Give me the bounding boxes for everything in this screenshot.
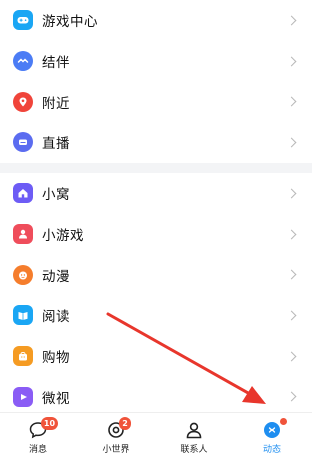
person-icon [186,422,202,439]
dynamics-icon [264,422,280,438]
menu-item-reading[interactable]: 阅读 [0,295,312,336]
gamepad-icon [13,10,33,31]
chevron-right-icon [286,310,297,321]
tab-label: 动态 [262,445,281,455]
menu-item-nest[interactable]: 小窝 [0,173,312,214]
menu-item-companion[interactable]: 结伴 [0,41,312,82]
menu-item-label: 附近 [42,95,70,112]
location-pin-icon [13,91,33,112]
menu-item-label: 小游戏 [42,228,84,245]
companion-icon [13,51,33,72]
chevron-right-icon [286,269,297,280]
unread-badge: 2 [119,417,131,430]
chevron-right-icon [286,96,297,107]
menu-item-label: 直播 [42,136,70,153]
menu-item-label: 微视 [42,390,70,407]
menu-item-anime[interactable]: 动漫 [0,254,312,295]
chevron-right-icon [286,15,297,26]
tab-contacts[interactable]: 联系人 [164,413,224,458]
home-icon [13,183,33,204]
tab-mini-world[interactable]: 2 小世界 [86,413,146,458]
mini-game-icon [13,224,33,245]
menu-item-label: 购物 [42,350,70,367]
menu-item-mini-game[interactable]: 小游戏 [0,214,312,255]
tab-label: 小世界 [102,445,130,455]
menu-group-1: 游戏中心 结伴 附近 直播 [0,0,312,163]
section-divider [0,163,312,173]
tab-messages[interactable]: 10 消息 [8,413,68,458]
tab-label: 联系人 [180,445,208,455]
unread-badge: 10 [41,417,58,430]
menu-item-game-center[interactable]: 游戏中心 [0,0,312,41]
chevron-right-icon [286,229,297,239]
menu-item-label: 阅读 [42,309,70,326]
chevron-right-icon [286,391,297,402]
reading-icon [13,305,33,326]
menu-item-label: 游戏中心 [42,14,98,31]
menu-item-live[interactable]: 直播 [0,122,312,163]
chevron-right-icon [286,137,297,148]
menu-item-label: 结伴 [42,55,70,72]
weishi-icon [13,386,33,407]
menu-item-shopping[interactable]: 购物 [0,336,312,377]
bottom-tab-bar: 10 消息 2 小世界 联系人 动态 [0,412,312,458]
menu-item-nearby[interactable]: 附近 [0,81,312,122]
notification-dot [280,418,287,425]
chevron-right-icon [286,188,297,199]
tab-label: 消息 [28,445,47,455]
anime-icon [13,264,33,285]
chevron-right-icon [286,56,297,66]
chevron-right-icon [286,351,297,362]
menu-item-label: 动漫 [42,268,70,285]
shopping-icon [13,346,33,367]
menu-item-label: 小窝 [42,187,70,204]
menu-group-2: 小窝 小游戏 动漫 阅读 购物 微视 [0,173,312,417]
live-broadcast-icon [13,132,33,153]
tab-dynamics[interactable]: 动态 [242,413,302,458]
